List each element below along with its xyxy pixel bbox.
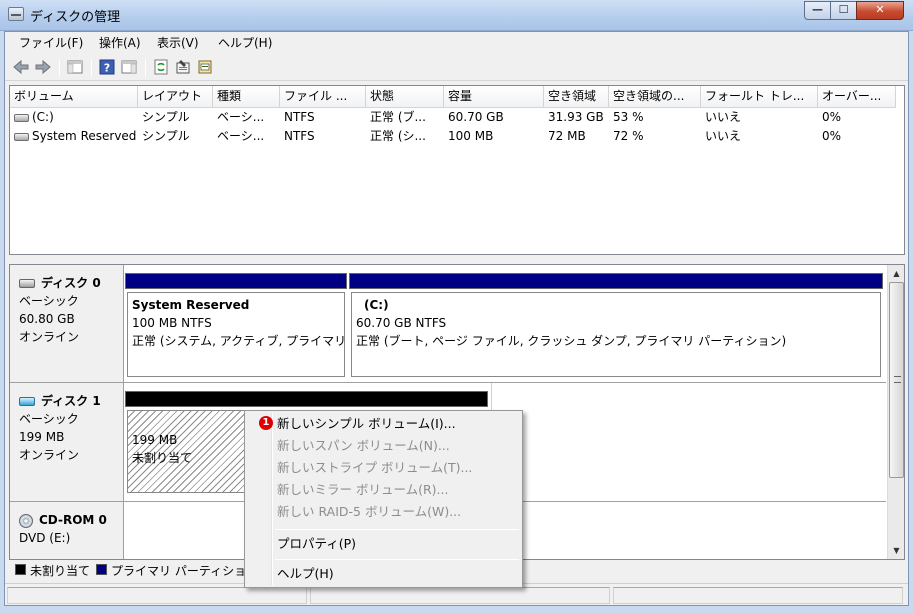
title-bar: ディスクの管理 — ☐ ✕ [0, 0, 913, 31]
cell-overhead: 0% [822, 110, 842, 124]
legend-unallocated-swatch [15, 564, 26, 575]
toolbar-separator [145, 59, 146, 77]
help-icon[interactable]: ? [98, 58, 116, 76]
status-segment [613, 587, 903, 604]
disk-1-size: 199 MB [19, 430, 65, 444]
column-header-status[interactable]: 状態 [366, 86, 444, 108]
disk-0-label[interactable]: ディスク 0 ベーシック 60.80 GB オンライン [10, 265, 124, 382]
disk-0-type: ベーシック [19, 294, 79, 308]
menu-item-new-raid5-volume[interactable]: 新しい RAID-5 ボリューム(W)... [247, 501, 520, 523]
cell-capacity: 60.70 GB [448, 110, 504, 124]
cell-free-percent: 72 % [613, 129, 644, 143]
menu-item-properties[interactable]: プロパティ(P) [247, 533, 520, 555]
legend-unallocated-label: 未割り当て [30, 564, 91, 578]
menu-separator [275, 529, 519, 530]
legend-primary-label: プライマリ パーティション [111, 564, 259, 578]
maximize-button[interactable]: ☐ [830, 1, 857, 20]
disk-management-app-icon [8, 7, 24, 21]
svg-text:?: ? [104, 62, 110, 75]
properties-icon[interactable] [174, 58, 192, 76]
column-header-type[interactable]: 種類 [213, 86, 280, 108]
partition-system-reserved[interactable]: System Reserved 100 MB NTFS 正常 (システム, アク… [127, 292, 345, 377]
partition-bar-c [349, 273, 883, 289]
cd-rom-icon [19, 513, 33, 528]
pane-splitter[interactable] [5, 256, 908, 264]
menu-help[interactable]: ヘルプ(H) [214, 35, 276, 52]
properties-pane-icon[interactable] [120, 58, 138, 76]
scrollbar-thumb[interactable] [889, 282, 904, 478]
cell-free-percent: 53 % [613, 110, 644, 124]
scroll-down-button[interactable]: ▼ [888, 542, 904, 559]
scrollbar-grip [894, 376, 901, 383]
table-row[interactable]: (C:) [10, 108, 138, 127]
column-header-free-space[interactable]: 空き領域 [544, 86, 609, 108]
cell-fault-tolerance: いいえ [705, 110, 742, 124]
close-button[interactable]: ✕ [856, 1, 904, 20]
column-header-volume[interactable]: ボリューム [10, 86, 138, 108]
partition-c[interactable]: (C:) 60.70 GB NTFS 正常 (ブート, ページ ファイル, クラ… [351, 292, 881, 377]
cdrom-0-drive: DVD (E:) [19, 531, 71, 545]
table-row[interactable]: System Reserved [10, 127, 138, 146]
cell-status: 正常 (シ... [370, 129, 426, 143]
menu-file[interactable]: ファイル(F) [15, 35, 87, 52]
menu-item-new-striped-volume[interactable]: 新しいストライプ ボリューム(T)... [247, 457, 520, 479]
vertical-scrollbar[interactable]: ▲ ▼ [887, 265, 904, 559]
menu-separator [275, 559, 519, 560]
cell-free-space: 72 MB [548, 129, 586, 143]
disk-1-type: ベーシック [19, 412, 79, 426]
legend-primary-swatch [96, 564, 107, 575]
cell-filesystem: NTFS [284, 110, 315, 124]
column-header-filesystem[interactable]: ファイル ... [280, 86, 366, 108]
unallocated-bar [125, 391, 488, 407]
cell-layout: シンプル [142, 110, 190, 124]
disk-1-label[interactable]: ディスク 1 ベーシック 199 MB オンライン [10, 383, 124, 501]
hard-disk-icon [19, 397, 35, 406]
cell-layout: シンプル [142, 129, 190, 143]
window-title: ディスクの管理 [30, 10, 121, 25]
menu-view[interactable]: 表示(V) [153, 35, 203, 52]
cell-capacity: 100 MB [448, 129, 494, 143]
disk-0-status: オンライン [19, 330, 80, 344]
menu-item-new-mirrored-volume[interactable]: 新しいミラー ボリューム(R)... [247, 479, 520, 501]
hard-disk-icon [19, 279, 35, 288]
partition-bar-system-reserved [125, 273, 347, 289]
drive-icon [14, 113, 29, 122]
disk-settings-icon[interactable] [196, 58, 214, 76]
cell-free-space: 31.93 GB [548, 110, 604, 124]
toolbar: ? [5, 55, 908, 81]
status-segment [7, 587, 307, 604]
minimize-button[interactable]: — [804, 1, 831, 20]
column-header-layout[interactable]: レイアウト [138, 86, 213, 108]
column-header-capacity[interactable]: 容量 [444, 86, 544, 108]
cell-type: ベーシ... [217, 110, 265, 124]
menu-item-new-simple-volume[interactable]: 新しいシンプル ボリューム(I)... [247, 413, 520, 435]
cell-type: ベーシ... [217, 129, 265, 143]
cell-filesystem: NTFS [284, 129, 315, 143]
cdrom-0-label[interactable]: CD-ROM 0 DVD (E:) [10, 502, 124, 559]
cell-fault-tolerance: いいえ [705, 129, 742, 143]
context-menu: 1 新しいシンプル ボリューム(I)... 新しいスパン ボリューム(N)...… [244, 410, 523, 588]
volume-list: ボリューム レイアウト 種類 ファイル ... 状態 容量 空き領域 空き領域の… [9, 85, 905, 255]
cell-status: 正常 (ブ... [370, 110, 426, 124]
menu-item-new-spanned-volume[interactable]: 新しいスパン ボリューム(N)... [247, 435, 520, 457]
menu-bar: ファイル(F) 操作(A) 表示(V) ヘルプ(H) [5, 32, 908, 54]
disk-0-size: 60.80 GB [19, 312, 75, 326]
menu-action[interactable]: 操作(A) [95, 35, 145, 52]
refresh-icon[interactable] [152, 58, 170, 76]
console-tree-icon[interactable] [66, 58, 84, 76]
forward-arrow-icon[interactable] [34, 58, 52, 76]
toolbar-separator [59, 59, 60, 77]
menu-item-help[interactable]: ヘルプ(H) [247, 563, 520, 585]
back-arrow-icon[interactable] [12, 58, 30, 76]
disk-1-status: オンライン [19, 448, 80, 462]
drive-icon [14, 132, 29, 141]
column-header-fault-tolerance[interactable]: フォールト トレ... [701, 86, 818, 108]
cell-overhead: 0% [822, 129, 842, 143]
status-segment [310, 587, 610, 604]
scroll-up-button[interactable]: ▲ [888, 265, 904, 282]
column-header-overhead[interactable]: オーバー... [818, 86, 896, 108]
toolbar-separator [91, 59, 92, 77]
column-header-free-percent[interactable]: 空き領域の... [609, 86, 701, 108]
